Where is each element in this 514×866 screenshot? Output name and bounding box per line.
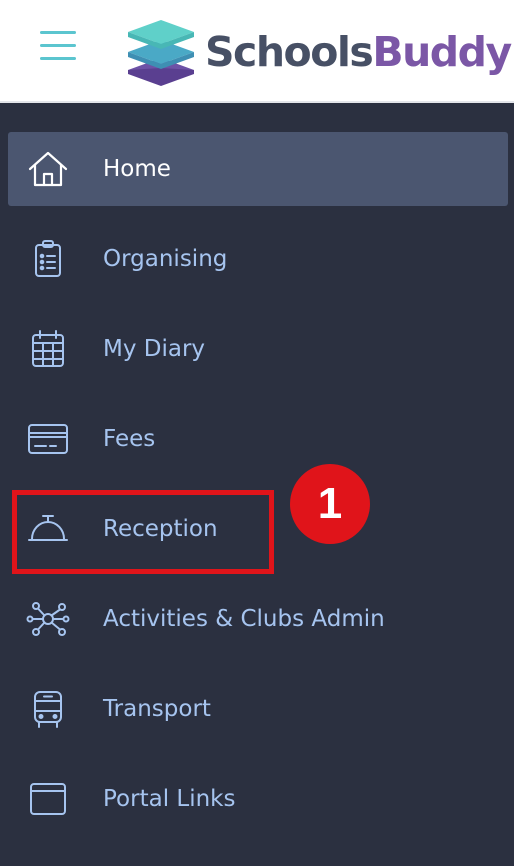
reception-bell-icon <box>26 509 70 549</box>
hamburger-icon[interactable] <box>40 31 78 63</box>
sidebar-item-home[interactable]: Home <box>8 132 508 206</box>
network-icon <box>26 599 70 639</box>
sidebar-item-label: Home <box>103 156 171 182</box>
logo-text-schools: Schools <box>205 28 374 76</box>
browser-window-icon <box>26 779 70 819</box>
sidebar-item-label: Portal Links <box>103 786 236 812</box>
sidebar-item-label: Organising <box>103 246 228 272</box>
credit-card-icon <box>26 419 70 459</box>
sidebar-item-label: Activities & Clubs Admin <box>103 606 385 632</box>
sidebar-item-label: Fees <box>103 426 156 452</box>
sidebar-item-label: My Diary <box>103 336 206 362</box>
logo-wordmark[interactable]: SchoolsBuddy <box>205 24 512 80</box>
annotation-step-badge: 1 <box>290 464 370 544</box>
sidebar-item-activities-clubs-admin[interactable]: Activities & Clubs Admin <box>8 582 508 656</box>
sidebar-item-transport[interactable]: Transport <box>8 672 508 746</box>
logo-text-buddy: Buddy <box>372 28 512 76</box>
sidebar-item-my-diary[interactable]: My Diary <box>8 312 508 386</box>
home-icon <box>26 149 70 189</box>
calendar-icon <box>26 329 70 369</box>
clipboard-icon <box>26 239 70 279</box>
logo-mark-icon <box>128 20 194 86</box>
bus-icon <box>26 689 70 729</box>
sidebar-item-fees[interactable]: Fees <box>8 402 508 476</box>
sidebar-item-label: Reception <box>103 516 218 542</box>
sidebar-item-portal-links[interactable]: Portal Links <box>8 762 508 836</box>
sidebar-item-organising[interactable]: Organising <box>8 222 508 296</box>
sidebar-item-label: Transport <box>103 696 211 722</box>
sidebar-menu: Home Organising My Diary Fees Reception … <box>0 105 514 866</box>
app-header: SchoolsBuddy <box>0 0 514 103</box>
sidebar-item-reception[interactable]: Reception <box>8 492 508 566</box>
